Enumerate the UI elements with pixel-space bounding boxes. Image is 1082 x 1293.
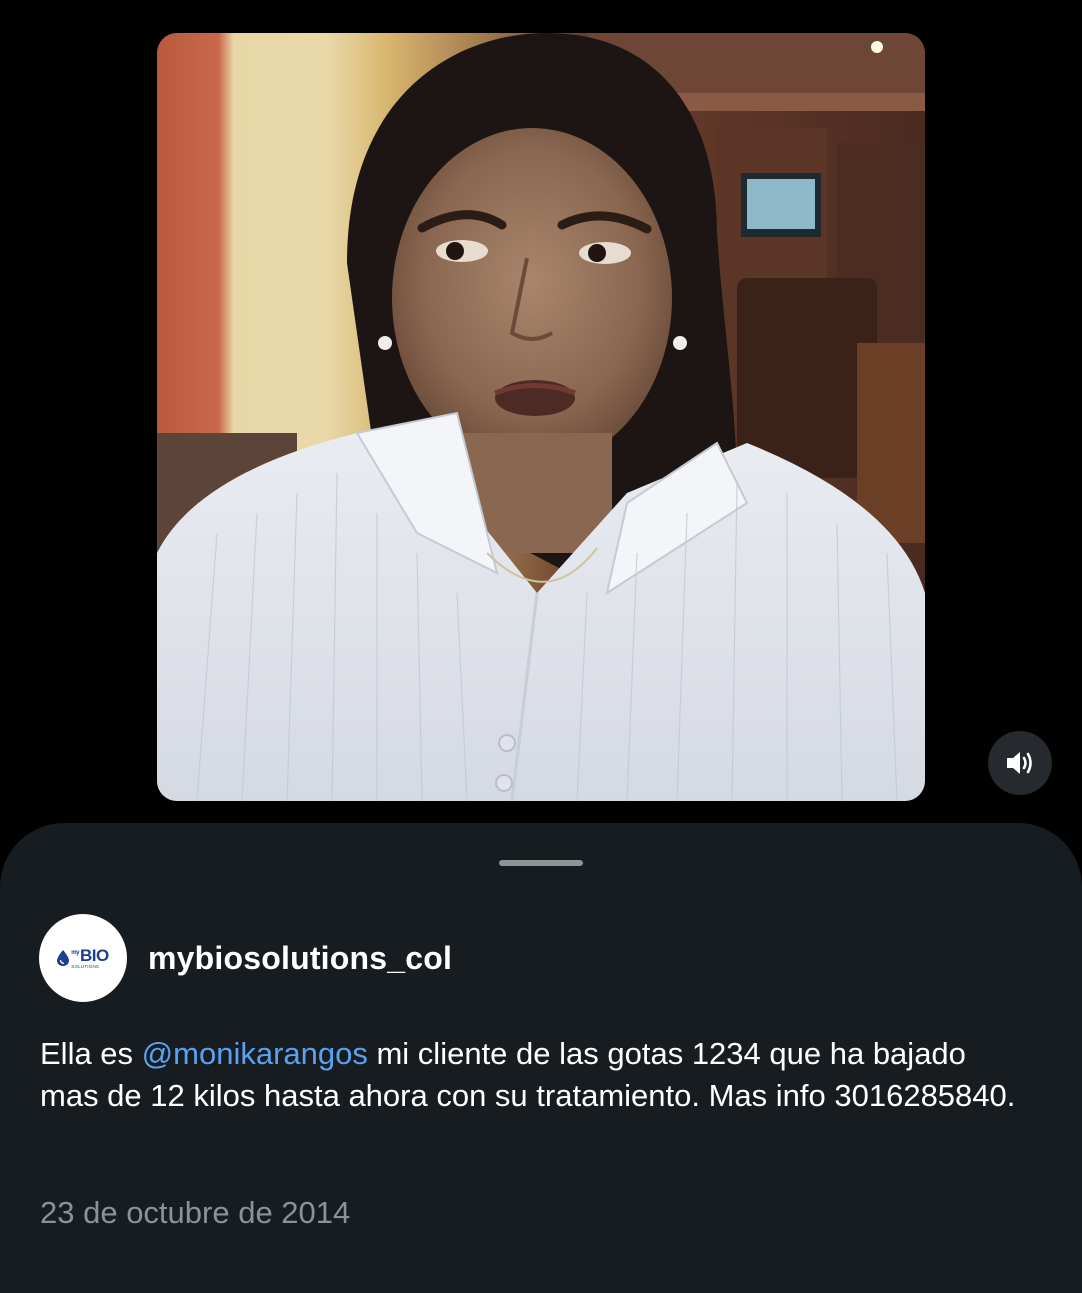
logo-sub-text: SOLUTIONS (71, 963, 100, 969)
drop-icon (57, 950, 70, 966)
video-frame-image (157, 33, 925, 801)
post-date: 23 de octubre de 2014 (40, 1195, 351, 1230)
speaker-volume-icon (1007, 752, 1032, 774)
author-row[interactable]: myBIO SOLUTIONS mybiosolutions_col (39, 914, 452, 1002)
caption-text-start: Ella es (40, 1036, 142, 1071)
avatar[interactable]: myBIO SOLUTIONS (39, 914, 127, 1002)
caption-mention-link[interactable]: @monikarangos (142, 1036, 368, 1071)
logo-main-text: BIO (79, 945, 109, 965)
brand-logo: myBIO SOLUTIONS (57, 945, 109, 970)
sheet-grab-handle[interactable] (499, 860, 583, 866)
video-player[interactable] (157, 33, 925, 801)
author-username[interactable]: mybiosolutions_col (148, 940, 452, 977)
mute-button[interactable] (988, 731, 1052, 795)
post-details-sheet: myBIO SOLUTIONS mybiosolutions_col Ella … (0, 823, 1082, 1293)
logo-prefix: my (71, 950, 79, 957)
post-caption: Ella es @monikarangos mi cliente de las … (40, 1033, 1030, 1117)
